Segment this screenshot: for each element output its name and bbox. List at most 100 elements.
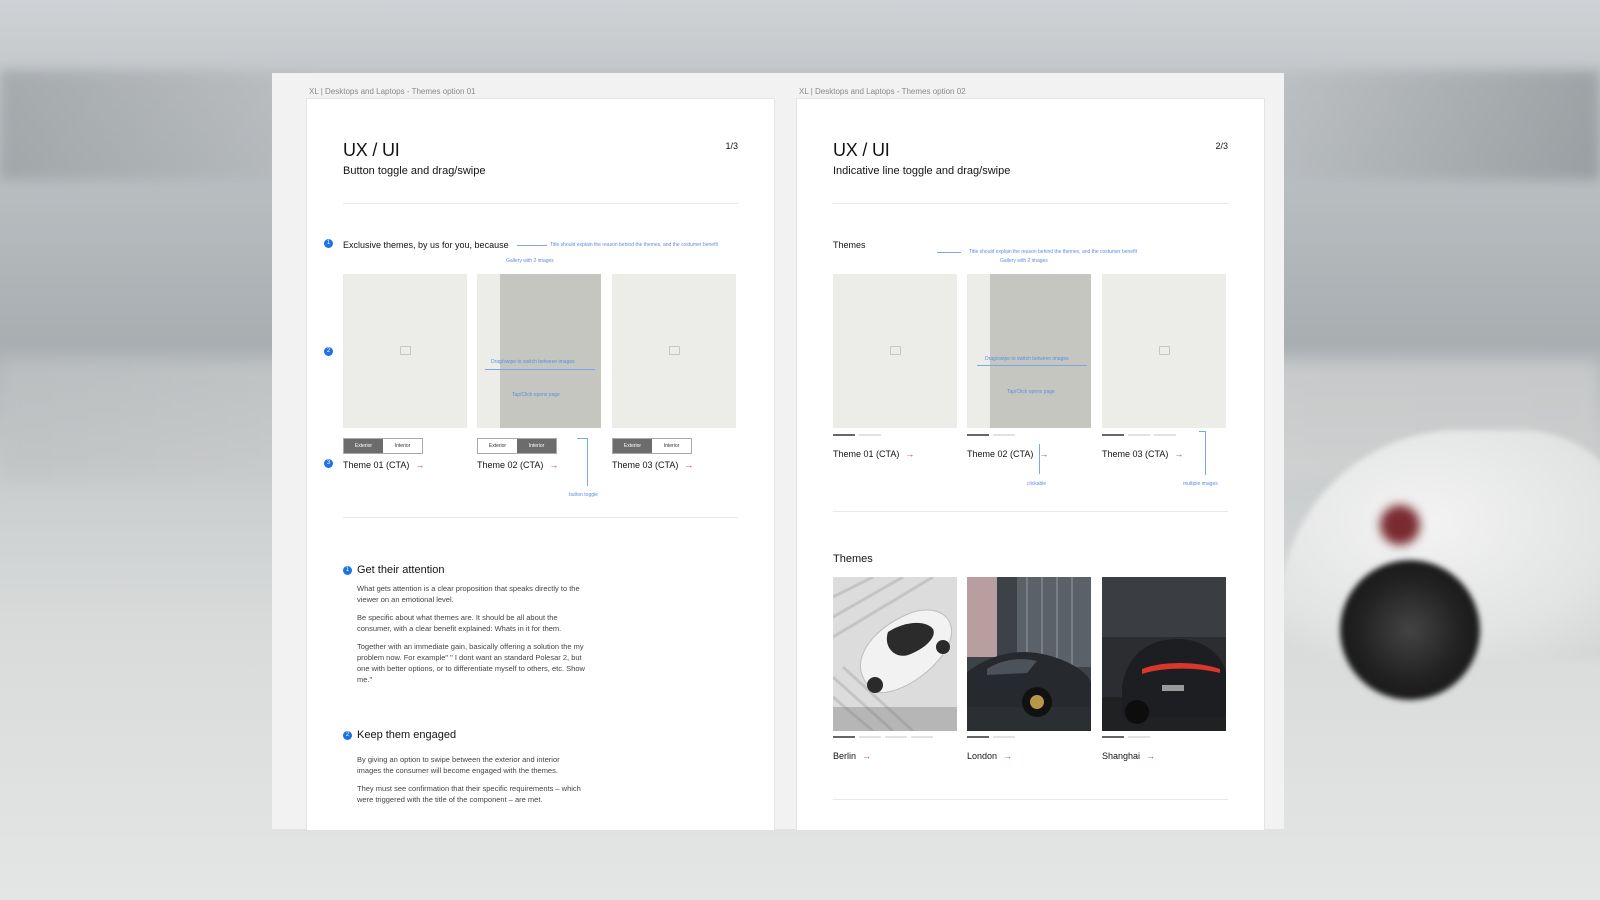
arrow-right-icon: →	[549, 460, 559, 470]
arrow-right-icon: →	[415, 460, 425, 470]
arrow-right-icon: →	[905, 449, 915, 459]
image-icon	[1159, 346, 1170, 355]
body-attention: What gets attention is a clear propositi…	[357, 584, 585, 684]
swipe-overlay	[990, 274, 1091, 428]
page-title: UX / UI	[343, 140, 400, 160]
cta-theme-2[interactable]: Theme 02 (CTA) →	[967, 449, 1048, 459]
multiple-note-line	[1205, 431, 1206, 475]
page-title: UX / UI	[833, 140, 890, 160]
heading-engaged: Keep them engaged	[357, 729, 457, 741]
cta-theme-3[interactable]: Theme 03 (CTA) →	[1102, 449, 1183, 459]
indicator-lines-3[interactable]	[1102, 434, 1176, 436]
note-tap: Tap/Click opens page	[1007, 389, 1055, 395]
cta-theme-3[interactable]: Theme 03 (CTA) →	[612, 460, 693, 470]
divider	[343, 517, 738, 518]
body-engaged: By giving an option to swipe between the…	[357, 755, 581, 804]
clickable-note-line	[1039, 444, 1040, 474]
toggle-theme-3[interactable]: Exterior Interior	[612, 438, 692, 454]
toggle-exterior[interactable]: Exterior	[344, 439, 383, 453]
artboard-option-01[interactable]: UX / UI Button toggle and drag/swipe 1/3…	[306, 98, 775, 830]
car-top-view-illustration	[833, 577, 957, 731]
cta-label: Theme 01 (CTA)	[343, 460, 410, 470]
indicator-lines-shanghai[interactable]	[1102, 736, 1150, 738]
toggle-theme-2[interactable]: Exterior Interior	[477, 438, 557, 454]
toggle-exterior[interactable]: Exterior	[613, 439, 652, 453]
toggle-note-arrow	[577, 438, 587, 439]
drag-arrow	[485, 369, 595, 370]
arrow-right-icon: →	[1146, 751, 1156, 761]
section2-title: Themes	[833, 553, 873, 565]
frame-label-2[interactable]: XL | Desktops and Laptops - Themes optio…	[799, 87, 966, 96]
arrow-right-icon: →	[862, 751, 872, 761]
cta-label: Theme 02 (CTA)	[477, 460, 544, 470]
arrow-right-icon: →	[1003, 751, 1013, 761]
section-title: Exclusive themes, by us for you, because	[343, 240, 509, 250]
toggle-theme-1[interactable]: Exterior Interior	[343, 438, 423, 454]
note-title: Title should explain the reason behind t…	[969, 249, 1137, 255]
image-icon	[669, 346, 680, 355]
toggle-exterior[interactable]: Exterior	[478, 439, 517, 453]
theme-image-1[interactable]	[343, 274, 467, 428]
cta-theme-1[interactable]: Theme 01 (CTA) →	[833, 449, 914, 459]
artboard-option-02[interactable]: UX / UI Indicative line toggle and drag/…	[796, 98, 1265, 830]
photo-berlin[interactable]	[833, 577, 957, 731]
theme-image-1[interactable]	[833, 274, 957, 428]
photo-london[interactable]	[967, 577, 1091, 731]
divider	[833, 203, 1228, 204]
cta-label: London	[967, 751, 998, 761]
swipe-overlay	[500, 274, 601, 428]
cta-label: Theme 03 (CTA)	[1102, 449, 1169, 459]
cta-label: Shanghai	[1102, 751, 1141, 761]
arrow-right-icon: →	[1174, 449, 1184, 459]
note-drag: Drag/swipe to switch between images	[985, 356, 1069, 362]
toggle-interior[interactable]: Interior	[652, 439, 691, 453]
note-clickable: clickable	[1027, 481, 1047, 487]
cta-london[interactable]: London →	[967, 751, 1012, 761]
note-arrow	[517, 245, 547, 246]
frame-label-1[interactable]: XL | Desktops and Laptops - Themes optio…	[309, 87, 476, 96]
arrow-right-icon: →	[684, 460, 694, 470]
page-subtitle: Button toggle and drag/swipe	[343, 165, 486, 177]
indicator-lines-2[interactable]	[967, 434, 1015, 436]
theme-image-3[interactable]	[1102, 274, 1226, 428]
note-drag: Drag/swipe to switch between images	[491, 359, 575, 365]
arrow-right-icon: →	[1039, 449, 1049, 459]
car-rear-view-illustration	[1102, 577, 1226, 731]
cta-label: Theme 01 (CTA)	[833, 449, 900, 459]
divider	[833, 511, 1228, 512]
drag-arrow	[977, 365, 1087, 366]
cta-label: Berlin	[833, 751, 857, 761]
image-icon	[1024, 346, 1035, 355]
image-icon	[890, 346, 901, 355]
page-subtitle: Indicative line toggle and drag/swipe	[833, 165, 1011, 177]
marker-1: 1	[343, 566, 352, 575]
car-side-view-illustration	[967, 577, 1091, 731]
toggle-interior[interactable]: Interior	[517, 439, 556, 453]
cta-theme-2[interactable]: Theme 02 (CTA) →	[477, 460, 558, 470]
section-title: Themes	[833, 240, 866, 250]
cta-theme-1[interactable]: Theme 01 (CTA) →	[343, 460, 424, 470]
note-multiple-images: multiple images	[1183, 481, 1218, 487]
marker-3: 3	[324, 459, 333, 468]
indicator-lines-1[interactable]	[833, 434, 881, 436]
indicator-lines-london[interactable]	[967, 736, 1015, 738]
note-button-toggle: button toggle	[569, 492, 598, 498]
image-icon	[400, 346, 411, 355]
page-number: 2/3	[1215, 141, 1228, 151]
photo-shanghai[interactable]	[1102, 577, 1226, 731]
toggle-interior[interactable]: Interior	[383, 439, 422, 453]
marker-1: 1	[324, 239, 333, 248]
cta-berlin[interactable]: Berlin →	[833, 751, 871, 761]
divider	[833, 799, 1228, 800]
marker-2: 2	[324, 347, 333, 356]
theme-image-3[interactable]	[612, 274, 736, 428]
cta-shanghai[interactable]: Shanghai →	[1102, 751, 1155, 761]
design-canvas: XL | Desktops and Laptops - Themes optio…	[272, 73, 1284, 830]
theme-image-2[interactable]	[967, 274, 1091, 428]
theme-image-2[interactable]	[477, 274, 601, 428]
page-number: 1/3	[725, 141, 738, 151]
cta-label: Theme 02 (CTA)	[967, 449, 1034, 459]
indicator-lines-berlin[interactable]	[833, 736, 933, 738]
image-icon	[534, 346, 545, 355]
divider	[343, 203, 738, 204]
